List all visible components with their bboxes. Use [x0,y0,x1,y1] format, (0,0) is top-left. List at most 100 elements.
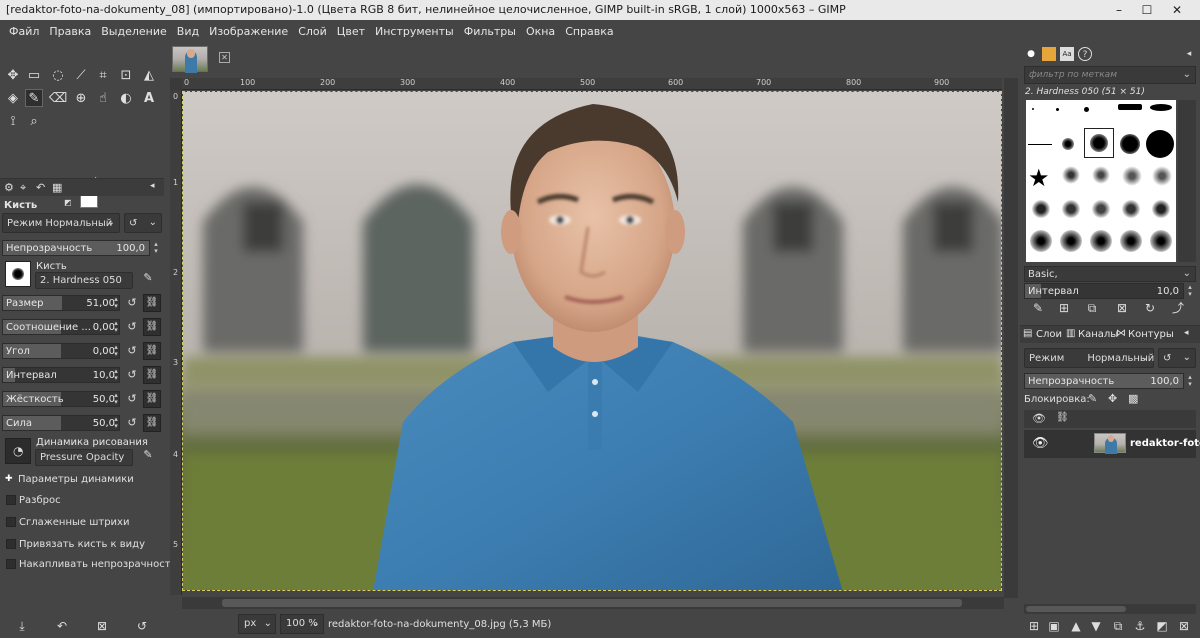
brush-cell[interactable] [1120,134,1140,154]
size-slider[interactable]: Размер 51,00 [2,295,120,311]
fonts-tab-icon[interactable]: Aa [1060,47,1074,61]
patterns-tab-icon[interactable] [1042,47,1056,61]
incremental-checkbox[interactable] [6,559,16,569]
color-picker-icon[interactable]: ⟟ [4,112,22,130]
new-layer-group-icon[interactable]: ▣ [1046,618,1062,634]
transform-icon[interactable]: ⊡ [117,66,135,84]
menu-filters[interactable]: Фильтры [459,25,521,38]
spacing-link-icon[interactable]: ⛓ [143,366,161,384]
brush-cell[interactable] [1056,108,1059,111]
brush-cell[interactable] [1084,107,1089,112]
paths-tab-icon[interactable]: ⋈ [1116,328,1126,339]
brush-cell[interactable] [1120,230,1142,252]
default-colors-icon[interactable]: ◩ [64,198,72,207]
brush-grid[interactable]: ★ [1026,100,1176,262]
hardness-spinner[interactable]: ▴ ▾ [112,392,120,406]
tab-layers[interactable]: Слои [1036,329,1062,340]
aspect-ratio-reset-icon[interactable]: ↺ [124,319,140,335]
size-reset-icon[interactable]: ↺ [124,295,140,311]
layers-tab-icon[interactable]: ▤ [1023,328,1032,339]
brush-cell[interactable] [1090,230,1112,252]
menu-edit[interactable]: Правка [44,25,96,38]
layer-visibility-icon[interactable]: 👁 [1032,436,1049,451]
dodge-icon[interactable]: ◐ [117,89,135,107]
menu-layer[interactable]: Слой [293,25,332,38]
brush-cell[interactable] [1060,230,1082,252]
jitter-checkbox[interactable] [6,495,16,505]
opacity-spinner[interactable]: ▴ ▾ [152,241,160,255]
configure-tab-icon[interactable]: ◂ [1184,328,1189,338]
save-options-icon[interactable]: ⤓ [14,618,30,634]
lock-brush-to-view-checkbox[interactable] [6,539,16,549]
lasso-icon[interactable]: ◌ [49,66,67,84]
angle-slider[interactable]: Угол 0,00 [2,343,120,359]
brush-cell[interactable] [1118,104,1142,110]
device-status-tab-icon[interactable]: ⌖ [20,181,26,195]
anchor-layer-icon[interactable]: ⚓ [1132,618,1148,634]
paint-mode-select[interactable]: Режим Нормальный ⌄ [2,213,120,233]
hardness-link-icon[interactable]: ⛓ [143,390,161,408]
brush-cell[interactable] [1152,166,1172,186]
force-spinner[interactable]: ▴ ▾ [112,416,120,430]
brush-cell[interactable] [1150,104,1172,111]
lower-layer-icon[interactable]: ▼ [1088,618,1104,634]
brush-cell[interactable] [1062,200,1080,218]
menu-windows[interactable]: Окна [521,25,560,38]
brush-cell-selected[interactable] [1084,128,1114,158]
fuzzy-select-icon[interactable]: ⟋ [72,66,90,84]
mode-reset-button[interactable]: ↺ ⌄ [124,213,162,233]
brush-cell[interactable] [1062,138,1074,150]
paintbrush-icon[interactable]: ✎ [25,89,43,107]
dynamics-preview-button[interactable]: ◔ [5,438,31,464]
brush-cell[interactable] [1122,166,1142,186]
open-as-image-icon[interactable]: ⤴ [1170,300,1186,316]
brush-cell[interactable] [1092,200,1110,218]
menu-select[interactable]: Выделение [96,25,172,38]
brush-cell[interactable] [1062,166,1080,184]
rect-select-icon[interactable]: ▭ [25,66,43,84]
horizontal-scrollbar[interactable] [182,597,1004,609]
zoom-select[interactable]: 100 % ⌄ [280,614,324,634]
brush-cell[interactable] [1032,108,1034,110]
angle-link-icon[interactable]: ⛓ [143,342,161,360]
image-canvas[interactable] [182,91,1002,591]
force-link-icon[interactable]: ⛓ [143,414,161,432]
lock-position-icon[interactable]: ✥ [1108,392,1117,405]
brush-spacing-spinner[interactable]: ▴ ▾ [1186,284,1194,298]
crop-icon[interactable]: ⌗ [94,66,112,84]
spacing-spinner[interactable]: ▴ ▾ [112,368,120,382]
force-reset-icon[interactable]: ↺ [124,415,140,431]
zoom-icon[interactable]: ⌕ [25,112,43,130]
tab-channels[interactable]: Каналы [1078,329,1118,340]
close-window-button[interactable]: ✕ [1164,2,1190,18]
aspect-ratio-slider[interactable]: Соотношение ... 0,00 [2,319,120,335]
hardness-slider[interactable]: Жёсткость 50,0 [2,391,120,407]
tool-options-tab-icon[interactable]: ⚙ [4,181,14,194]
size-spinner[interactable]: ▴ ▾ [112,296,120,310]
smooth-stroke-checkbox[interactable] [6,517,16,527]
layer-opacity-spinner[interactable]: ▴ ▾ [1186,374,1194,388]
edit-brush-icon[interactable]: ✎ [140,270,156,286]
text-icon[interactable]: A [140,89,158,107]
delete-options-icon[interactable]: ⊠ [94,618,110,634]
configure-tab-icon[interactable]: ◂ [150,181,155,191]
layer-mode-select[interactable]: Режим Нормальный ⌄ [1024,348,1154,368]
layers-hscrollbar[interactable] [1024,604,1196,614]
menu-view[interactable]: Вид [172,25,204,38]
configure-tab-icon[interactable]: ◂ [1182,47,1196,61]
menu-colors[interactable]: Цвет [332,25,370,38]
expander-plus-icon[interactable]: ✚ [5,474,13,484]
refresh-brushes-icon[interactable]: ↻ [1142,300,1158,316]
size-link-icon[interactable]: ⛓ [143,294,161,312]
brush-tag-filter[interactable]: фильтр по меткам ⌄ [1024,66,1196,84]
layer-name[interactable]: redaktor-foto- [1130,438,1200,449]
aspect-ratio-spinner[interactable]: ▴ ▾ [112,320,120,334]
unit-select[interactable]: px ⌄ [238,614,276,634]
vertical-scrollbar[interactable] [1004,78,1018,598]
menu-help[interactable]: Справка [560,25,618,38]
brush-name-field[interactable]: 2. Hardness 050 [35,272,133,289]
delete-brush-icon[interactable]: ⊠ [1114,300,1130,316]
dynamics-name-field[interactable]: Pressure Opacity [35,449,133,466]
bucket-fill-icon[interactable]: ◈ [4,89,22,107]
spacing-reset-icon[interactable]: ↺ [124,367,140,383]
